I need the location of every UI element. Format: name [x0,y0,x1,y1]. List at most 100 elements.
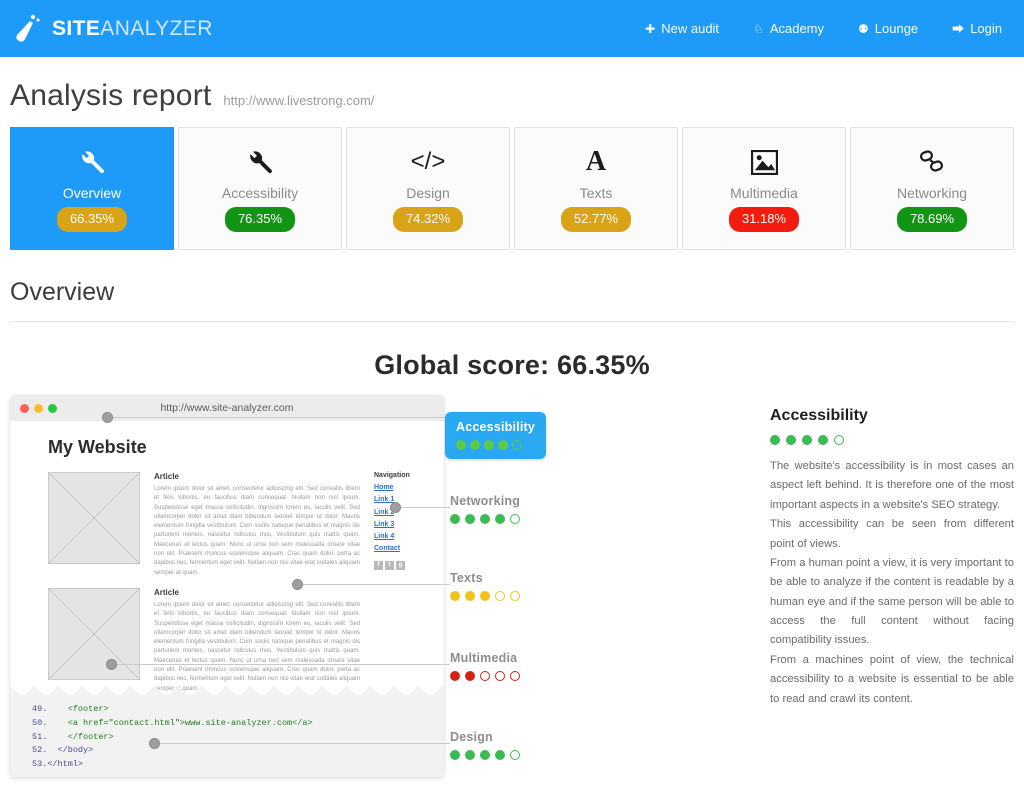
rating-dot-empty [480,671,490,681]
tab-score-multimedia: 31.18% [728,207,800,232]
mock-row-1: Article Lorem ipsum dolor sit amet, cons… [10,458,444,578]
code-line-number: 51. [32,731,48,742]
rating-dot-filled [480,591,490,601]
browser-content: My Website Article Lorem ipsum dolor sit… [10,421,444,777]
leader-line-multimedia [112,664,450,665]
code-icon: </> [411,145,446,179]
detail-paragraph: From a human point a view, it is very im… [770,556,1014,647]
annotation-label-networking: Networking [450,494,521,508]
rating-dot-empty [510,591,520,601]
brand-logo-group[interactable]: SITEANALYZER [14,13,213,45]
link-icon [917,145,947,179]
mock-nav-link[interactable]: Link 4 [374,531,432,543]
rating-dot-filled [480,750,490,760]
placeholder-image-icon [48,472,140,564]
mock-article-body: Lorem ipsum dolor sit amet, consectetur … [154,486,360,576]
mock-nav-heading: Navigation [374,472,410,479]
mock-nav-link[interactable]: Link 1 [374,494,432,506]
rating-dots-accessibility [456,440,536,450]
rating-dot-filled [450,591,460,601]
mock-site-title: My Website [48,437,147,457]
rating-dot-filled [456,440,466,450]
tab-design[interactable]: </> Design 74.32% [346,127,510,250]
tab-texts[interactable]: A Texts 52.77% [514,127,678,250]
global-score: Global score: 66.35% [374,350,650,380]
rating-dots-multimedia [450,671,520,681]
leader-anchor-multimedia [106,659,117,670]
rating-dot-filled [450,750,460,760]
annotation-design[interactable]: Design [450,730,520,760]
rating-dots-texts [450,591,520,601]
leader-anchor-texts [292,579,303,590]
code-line: 53.</html> [32,759,83,769]
mock-nav-link[interactable]: Home [374,482,432,494]
rating-dot-filled [498,440,508,450]
mock-nav-link[interactable]: Contact [374,543,432,555]
facebook-icon[interactable]: f [374,560,383,570]
rating-dot-empty [495,591,505,601]
annotation-label-accessibility: Accessibility [456,420,536,434]
leader-anchor-networking [390,502,401,513]
tab-networking[interactable]: Networking 78.69% [850,127,1014,250]
annotation-multimedia[interactable]: Multimedia [450,651,520,681]
browser-url: http://www.site-analyzer.com [160,402,294,414]
code-line-number: 53. [32,759,48,770]
code-line-text: </body> [47,745,94,756]
rating-dot-filled [465,514,475,524]
tab-score-texts: 52.77% [560,207,632,232]
annotation-networking[interactable]: Networking [450,494,520,524]
code-line-text: </footer> [47,731,114,742]
nav-item-lounge[interactable]: ⚉ Lounge [858,21,918,36]
rating-dot-filled [786,435,796,445]
nav-label-new-audit: New audit [661,21,720,36]
tab-label-accessibility: Accessibility [221,185,299,202]
code-line-number: 49. [32,704,48,714]
page-header: Analysis report http://www.livestrong.co… [0,57,1024,113]
mock-navigation: Navigation Home Link 1 Link 2 Link 3 Lin… [374,472,432,578]
mock-nav-link[interactable]: Link 3 [374,519,432,531]
comments-icon: ⚉ [858,21,869,36]
googleplus-icon[interactable]: g [396,560,405,570]
nav-item-login[interactable]: ⮕ Login [952,21,1002,36]
tab-score-overview: 66.35% [56,207,128,232]
twitter-icon[interactable]: t [385,560,394,570]
font-icon-glyph: A [585,146,607,178]
flask-icon [14,13,44,45]
code-line-text: <a href="contact.html">www.site-analyzer… [47,717,313,728]
font-icon: A [586,145,606,179]
tab-score-networking: 78.69% [896,207,968,232]
rating-dot-empty [510,750,520,760]
leader-line-networking [396,507,450,508]
leader-line-accessibility [108,417,448,418]
rating-dot-filled [495,750,505,760]
code-icon-glyph: </> [410,148,446,176]
rating-dot-filled [470,440,480,450]
tab-score-design: 74.32% [392,207,464,232]
nav-item-new-audit[interactable]: ✚ New audit [645,21,719,36]
annotation-texts[interactable]: Texts [450,571,520,601]
code-line: 49. <footer> [32,704,109,714]
source-code-block: 49. <footer> 50. <a href="contact.html">… [10,695,444,777]
tab-multimedia[interactable]: Multimedia 31.18% [682,127,846,250]
annotation-accessibility[interactable]: Accessibility [445,412,546,459]
code-line-text: </html> [47,759,84,770]
section-title: Overview [10,278,115,306]
wrench-icon [78,145,106,179]
tab-accessibility[interactable]: Accessibility 76.35% [178,127,342,250]
rating-dot-filled [484,440,494,450]
code-line-text: <footer> [47,704,109,714]
rating-dot-filled [465,750,475,760]
detail-paragraph: The website's accessibility is in most c… [770,460,1014,511]
plus-icon: ✚ [645,21,656,36]
placeholder-image-icon [48,587,140,680]
nav-item-academy[interactable]: ♘ Academy [753,21,824,36]
graduation-cap-icon: ♘ [753,21,764,36]
rating-dot-filled [450,671,460,681]
mock-nav-link[interactable]: Link 2 [374,507,432,519]
detail-panel-title: Accessibility [770,407,868,424]
code-line: 52. </body> [32,745,93,755]
rating-dot-empty [510,671,520,681]
brand-title-bold: SITE [52,16,101,40]
tab-label-design: Design [406,185,450,202]
tab-overview[interactable]: Overview 66.35% [10,127,174,250]
